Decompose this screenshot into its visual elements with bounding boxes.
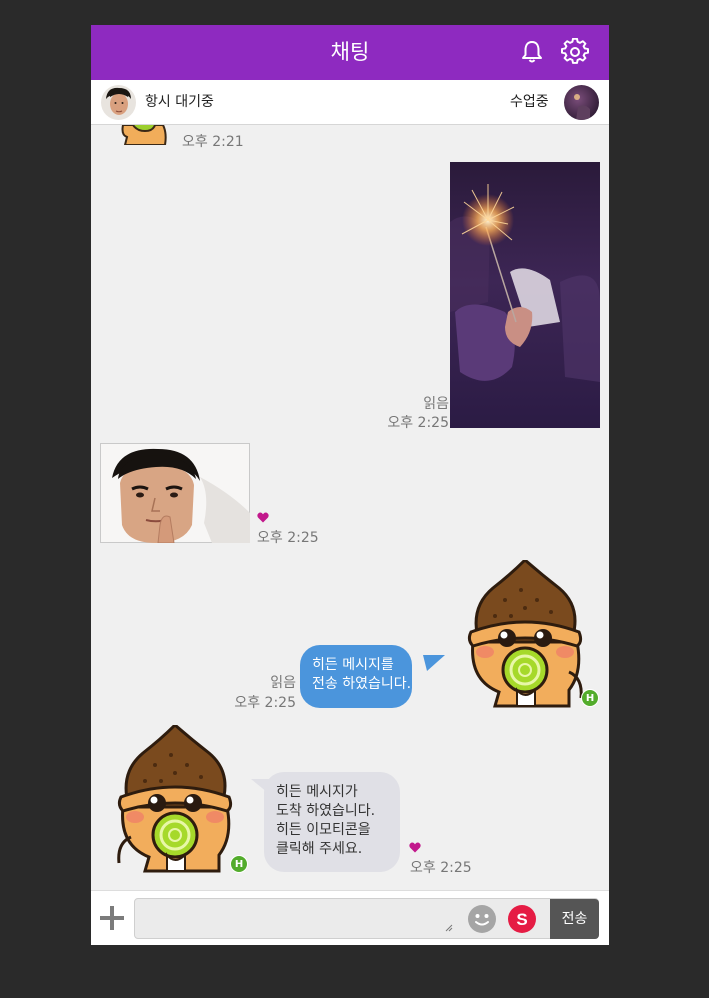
message-time: 오후 2:21 [182, 134, 244, 150]
message-time: 오후 2:25 [410, 860, 472, 876]
sent-image-sparkler[interactable] [450, 162, 600, 428]
self-avatar[interactable] [101, 85, 136, 120]
hidden-badge: H [581, 689, 599, 707]
resize-grip-icon[interactable] [445, 924, 453, 932]
read-receipt: 읽음 [270, 675, 296, 691]
bell-icon[interactable] [518, 38, 546, 66]
bubble-line: 도착 하였습니다. [276, 803, 376, 819]
read-receipt: 읽음 [423, 396, 449, 412]
plus-icon[interactable] [99, 905, 125, 931]
bubble-line: 클릭해 주세요. [276, 841, 363, 857]
hidden-badge: H [230, 855, 248, 873]
sent-message-bubble: 히든 메시지를 전송 하였습니다. [300, 645, 412, 708]
partner-avatar-image [564, 85, 599, 120]
composer-bar: S 전송 [91, 890, 609, 945]
sticker-chestnut[interactable] [465, 560, 585, 708]
message-time: 오후 2:25 [257, 530, 319, 546]
partner-avatar[interactable] [564, 85, 599, 120]
bubble-line: 히든 이모티콘을 [276, 822, 371, 838]
bubble-tail [423, 655, 445, 671]
self-avatar-image [101, 85, 136, 120]
message-time: 오후 2:25 [234, 695, 296, 711]
emoji-icon[interactable] [467, 904, 497, 934]
s-icon[interactable]: S [507, 904, 537, 934]
gear-icon[interactable] [561, 38, 589, 66]
partner-status: 수업중 [510, 94, 549, 110]
header-bar: 채팅 [91, 25, 609, 80]
self-status: 항시 대기중 [145, 94, 214, 110]
chat-app: 채팅 항시 대기중 수업중 오후 2:21 읽음 오후 2:25 오후 2:25… [91, 25, 609, 945]
sticker-partial[interactable] [115, 125, 171, 145]
bubble-line: 히든 메시지가 [276, 784, 358, 800]
sticker-chestnut[interactable] [115, 725, 235, 873]
heart-icon [257, 512, 269, 523]
heart-icon [409, 842, 421, 853]
bubble-line: 전송 하였습니다. [312, 676, 412, 692]
send-button[interactable]: 전송 [550, 899, 599, 939]
received-message-bubble[interactable]: 히든 메시지가 도착 하였습니다. 히든 이모티콘을 클릭해 주세요. [264, 772, 400, 872]
received-image-portrait[interactable] [100, 443, 250, 543]
s-label: S [516, 910, 527, 929]
bubble-line: 히든 메시지를 [312, 657, 394, 673]
message-time: 오후 2:25 [387, 415, 449, 431]
status-bar: 항시 대기중 수업중 [91, 80, 609, 125]
